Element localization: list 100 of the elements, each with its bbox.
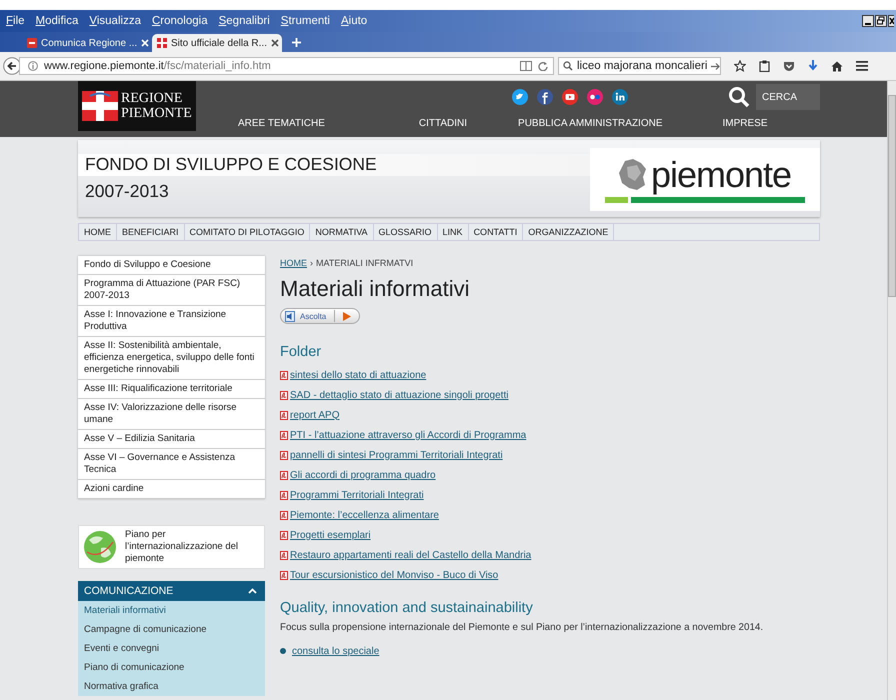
panel-item[interactable]: Campagne di comunicazione [78, 620, 265, 639]
browser-tab[interactable]: Sito ufficiale della R... [152, 34, 282, 52]
sidebar-item[interactable]: Asse III: Riqualificazione territoriale [78, 380, 265, 399]
pdf-icon [280, 550, 288, 560]
pdf-icon [280, 490, 288, 500]
document-link[interactable]: PTI - l’attuazione attraverso gli Accordi di Programma [290, 428, 526, 442]
play-icon [343, 312, 352, 320]
search-icon[interactable] [728, 86, 750, 108]
nav-link[interactable]: HOME [79, 224, 117, 240]
reader-icon[interactable] [520, 61, 532, 71]
bullet-icon [280, 648, 286, 654]
pdf-icon [280, 510, 288, 520]
star-icon[interactable] [734, 60, 746, 72]
pdf-icon [280, 370, 288, 380]
menu-item[interactable]: Aiuto [340, 15, 368, 27]
download-icon[interactable] [808, 60, 818, 72]
pdf-icon [280, 470, 288, 480]
document-link[interactable]: sintesi dello stato di attuazione [290, 368, 426, 382]
nav-link[interactable]: CONTATTI [468, 224, 524, 240]
document-link[interactable]: SAD - dettaglio stato di attuazione singoli progetti [290, 388, 508, 402]
go-arrow-icon[interactable] [711, 62, 720, 70]
sidebar-item[interactable]: Asse V – Edilizia Sanitaria [78, 430, 265, 449]
clipboard-icon[interactable] [759, 60, 770, 72]
pdf-icon [280, 570, 288, 580]
promo-text: Piano per l’internazionalizzazione del piemonte [125, 529, 240, 565]
twitter-bird-icon[interactable] [512, 89, 528, 105]
home-icon[interactable] [831, 60, 843, 72]
sidebar-item[interactable]: Asse II: Sostenibilità ambientale, efficienza energetica, sviluppo delle fonti energetiche rinnovabili [78, 337, 265, 380]
breadcrumb-link[interactable]: HOME [280, 258, 307, 268]
breadcrumb-separator: › [310, 258, 313, 268]
sidebar-item[interactable]: Asse IV: Valorizzazione delle risorse umane [78, 399, 265, 430]
flag-icon [157, 38, 167, 48]
nav-link[interactable]: COMITATO DI PILOTAGGIO [184, 224, 310, 240]
nav-link[interactable]: IMPRESE [722, 118, 768, 129]
site-logo[interactable]: REGIONE PIEMONTE [78, 81, 196, 131]
linkedin-icon[interactable] [612, 89, 628, 105]
browser-tab[interactable]: Comunica Regione ... [22, 34, 148, 52]
nav-link[interactable]: ORGANIZZAZIONE [523, 224, 614, 240]
tab-label: Sito ufficiale della R... [171, 38, 267, 48]
minimize-icon[interactable] [862, 15, 874, 27]
facebook-icon[interactable] [537, 89, 553, 105]
flag-icon [82, 91, 118, 121]
menu-item[interactable]: Strumenti [280, 15, 330, 27]
dots-icon[interactable] [587, 89, 603, 105]
sidebar-item[interactable]: Azioni cardine [78, 480, 265, 499]
section-heading: Folder [280, 344, 322, 360]
plus-icon[interactable] [292, 38, 301, 46]
nav-link[interactable]: NORMATIVA [310, 224, 374, 240]
menu-icon[interactable] [856, 61, 868, 71]
panel-item[interactable]: Materiali informativi [78, 601, 265, 620]
special-link[interactable]: consulta lo speciale [292, 644, 380, 658]
nav-link[interactable]: GLOSSARIO [374, 224, 438, 240]
pdf-icon [280, 410, 288, 420]
document-link[interactable]: Tour escursionistico del Monviso - Buco di Viso [290, 568, 498, 582]
menu-item[interactable]: Segnalibri [218, 15, 270, 27]
favicon-icon [27, 38, 37, 48]
address-field[interactable]: www.regione.piemonte.it/fsc/materiali_info.htm [19, 57, 554, 75]
sidebar-item[interactable]: Fondo di Sviluppo e Coesione [78, 256, 265, 275]
sidebar-item[interactable]: Asse I: Innovazione e Transizione Produttiva [78, 306, 265, 337]
menu-item[interactable]: Visualizza [89, 15, 141, 27]
document-link[interactable]: Piemonte: l’eccellenza alimentare [290, 508, 439, 522]
scrollbar-thumb[interactable] [888, 95, 896, 297]
document-link[interactable]: report APQ [290, 408, 340, 422]
logo-text: REGIONE [121, 91, 184, 106]
nav-link[interactable]: LINK [438, 224, 469, 240]
listen-button[interactable]: Ascolta [280, 308, 360, 324]
menu-item[interactable]: File [6, 15, 25, 27]
pdf-icon [280, 390, 288, 400]
menu-item[interactable]: Cronologia [152, 15, 208, 27]
document-link[interactable]: Progetti esemplari [290, 528, 371, 542]
sidebar-item[interactable]: Asse VI – Governance e Assistenza Tecnica [78, 449, 265, 480]
map-icon [618, 158, 647, 190]
document-link[interactable]: Programmi Territoriali Integrati [290, 488, 424, 502]
scrollbar[interactable] [887, 81, 896, 700]
site-search-field[interactable]: CERCA [756, 84, 820, 110]
panel-item[interactable]: Eventi e convegni [78, 639, 265, 658]
document-link[interactable]: Restauro appartamenti reali del Castello della Mandria [290, 548, 532, 562]
promo-card[interactable]: Piano per l’internazionalizzazione del piemonte [78, 525, 265, 569]
close-icon[interactable] [270, 39, 279, 47]
panel-header[interactable]: COMUNICAZIONE [78, 581, 265, 601]
chevron-up-icon[interactable] [248, 588, 257, 594]
page-title: Materiali informativi [280, 276, 470, 302]
nav-link[interactable]: BENEFICIARI [117, 224, 185, 240]
nav-link[interactable]: CITTADINI [418, 118, 468, 129]
panel-item[interactable]: Normativa grafica [78, 677, 265, 696]
menu-item[interactable]: Modifica [36, 15, 78, 27]
close-icon[interactable] [888, 15, 894, 27]
url-text: www.regione.piemonte.it/fsc/materiali_info.htm [44, 60, 271, 72]
panel-item[interactable]: Piano di comunicazione [78, 658, 265, 677]
info-icon [28, 61, 38, 71]
pocket-icon[interactable] [783, 60, 795, 72]
search-field[interactable]: liceo majorana moncalieri [558, 57, 721, 75]
document-link[interactable]: Gli accordi di programma quadro [290, 468, 436, 482]
reload-icon[interactable] [538, 61, 548, 71]
logo-text: PIEMONTE [121, 106, 192, 121]
document-link[interactable]: pannelli di sintesi Programmi Territoriali Integrati [290, 448, 503, 462]
youtube-icon[interactable] [562, 89, 578, 105]
nav-link[interactable]: AREE TEMATICHE [238, 118, 325, 129]
sidebar-item[interactable]: Programma di Attuazione (PAR FSC) 2007-2013 [78, 275, 265, 306]
nav-link[interactable]: PUBBLICA AMMINISTRAZIONE [518, 118, 663, 129]
